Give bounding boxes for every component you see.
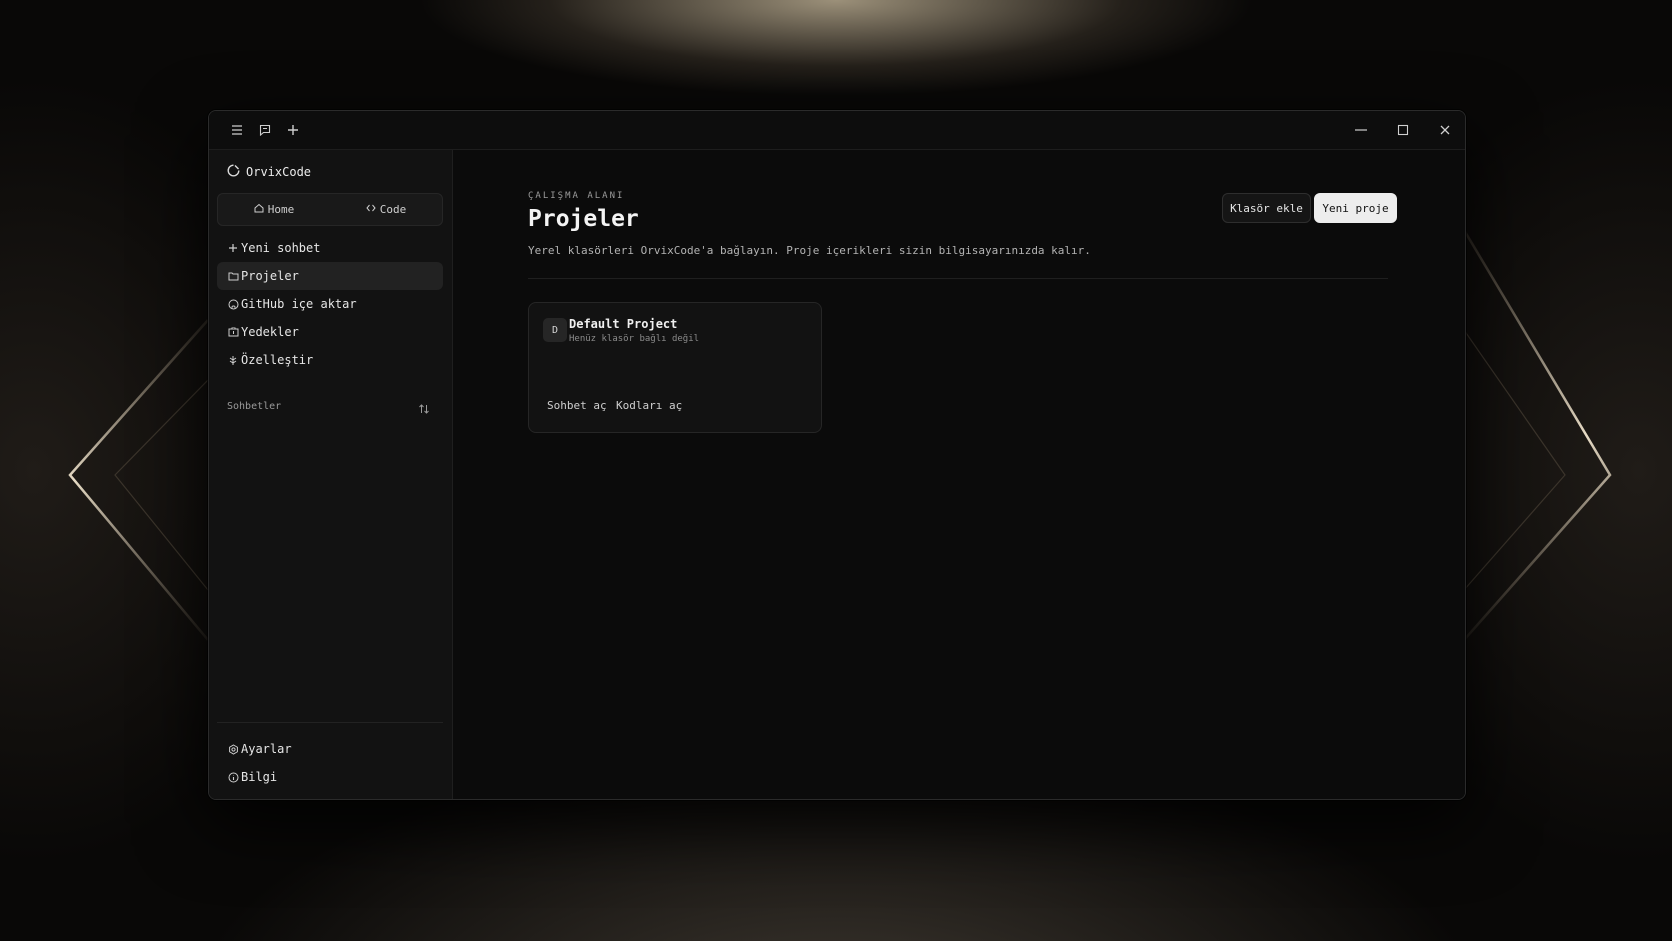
gear-icon xyxy=(227,743,239,755)
project-avatar: D xyxy=(543,318,567,342)
mode-code-tab[interactable]: Code xyxy=(330,194,442,225)
app-window: OrvixCode Home Code Yeni sohbet Projeler… xyxy=(208,110,1466,800)
project-card[interactable]: D Default Project Henüz klasör bağlı değ… xyxy=(528,302,822,433)
customize-icon xyxy=(227,354,239,366)
sidebar-divider xyxy=(217,722,443,723)
new-tab-icon[interactable] xyxy=(283,120,303,140)
title-bar xyxy=(209,111,1465,150)
minimize-icon[interactable] xyxy=(1351,120,1371,140)
brand[interactable]: OrvixCode xyxy=(227,164,311,180)
backup-icon xyxy=(227,326,239,338)
info-icon xyxy=(227,771,239,783)
open-chat-link[interactable]: Sohbet aç xyxy=(547,399,607,412)
section-eyebrow: ÇALIŞMA ALANI xyxy=(528,191,625,201)
main-content: ÇALIŞMA ALANI Projeler Yerel klasörleri … xyxy=(453,150,1465,799)
sidebar-item-label: Projeler xyxy=(241,269,299,283)
page-subtitle: Yerel klasörleri OrvixCode'a bağlayın. P… xyxy=(528,244,1091,257)
add-folder-button[interactable]: Klasör ekle xyxy=(1222,193,1311,223)
page-title: Projeler xyxy=(528,206,639,232)
plus-icon xyxy=(227,242,239,254)
header-divider xyxy=(528,278,1388,279)
chat-list-icon[interactable] xyxy=(255,120,275,140)
sidebar-item-label: Bilgi xyxy=(241,770,278,784)
sort-icon[interactable] xyxy=(418,400,430,419)
sidebar-item-label: Yedekler xyxy=(241,325,299,339)
mode-code-label: Code xyxy=(379,203,407,216)
new-project-button[interactable]: Yeni proje xyxy=(1314,193,1397,223)
chats-section-label: Sohbetler xyxy=(227,401,282,412)
sidebar-item-projects[interactable]: Projeler xyxy=(217,262,443,290)
mode-switch: Home Code xyxy=(217,193,443,226)
maximize-icon[interactable] xyxy=(1393,120,1413,140)
sidebar-item-new-chat[interactable]: Yeni sohbet xyxy=(217,234,443,262)
sidebar-item-settings[interactable]: Ayarlar xyxy=(217,735,443,763)
open-code-link[interactable]: Kodları aç xyxy=(616,399,682,412)
sidebar-item-label: Ayarlar xyxy=(241,742,292,756)
orvix-logo-icon xyxy=(227,164,240,180)
sidebar-item-label: Yeni sohbet xyxy=(241,241,321,255)
mode-home-label: Home xyxy=(267,203,295,216)
sidebar-item-backups[interactable]: Yedekler xyxy=(217,318,443,346)
sidebar: OrvixCode Home Code Yeni sohbet Projeler… xyxy=(209,150,453,799)
sidebar-item-label: GitHub içe aktar xyxy=(241,297,357,311)
sidebar-item-github-import[interactable]: GitHub içe aktar xyxy=(217,290,443,318)
code-icon xyxy=(366,203,376,216)
sidebar-item-info[interactable]: Bilgi xyxy=(217,763,443,791)
project-status: Henüz klasör bağlı değil xyxy=(569,334,700,344)
close-icon[interactable] xyxy=(1435,120,1455,140)
sidebar-item-label: Özelleştir xyxy=(241,353,314,367)
project-name: Default Project xyxy=(569,317,678,331)
github-icon xyxy=(227,298,239,310)
menu-icon[interactable] xyxy=(227,120,247,140)
brand-name: OrvixCode xyxy=(246,165,312,179)
sidebar-item-customize[interactable]: Özelleştir xyxy=(217,346,443,374)
mode-home-tab[interactable]: Home xyxy=(218,194,330,225)
home-icon xyxy=(254,203,264,216)
folder-icon xyxy=(227,270,239,282)
